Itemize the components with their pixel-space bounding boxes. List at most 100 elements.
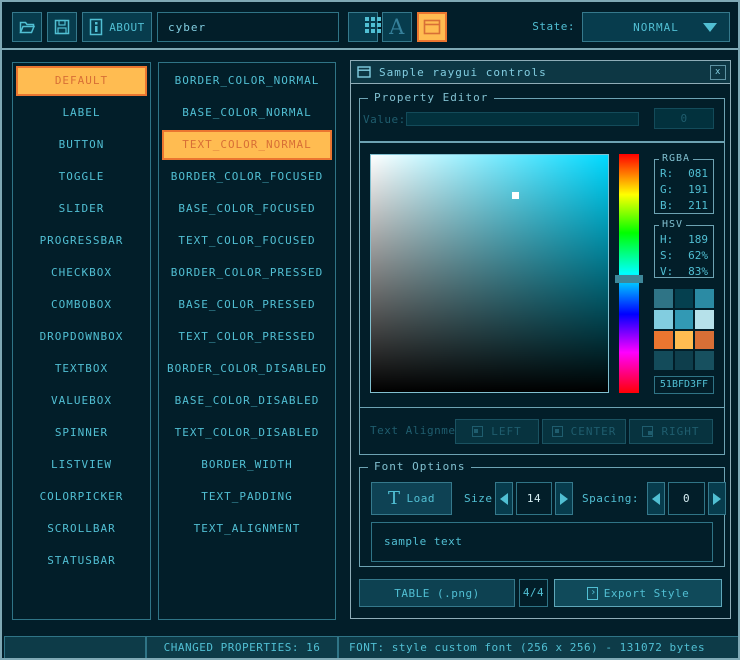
size-decrease-button[interactable] [495,482,513,515]
color-swatch[interactable] [675,351,694,370]
spacing-decrease-button[interactable] [647,482,665,515]
list-item[interactable]: TEXT_COLOR_NORMAL [162,130,332,160]
value-slider[interactable] [406,112,639,126]
list-item[interactable]: TEXT_COLOR_PRESSED [162,322,332,352]
property-editor-label: Property Editor [368,91,494,104]
align-center-button[interactable]: CENTER [542,419,626,444]
color-swatch[interactable] [695,351,714,370]
color-swatch[interactable] [654,310,673,329]
list-item[interactable]: LABEL [16,98,147,128]
style-table-view-button[interactable] [348,12,378,42]
floppy-disk-icon [52,17,72,37]
list-item[interactable]: DEFAULT [16,66,147,96]
color-swatch[interactable] [675,289,694,308]
table-png-button[interactable]: TABLE (.png) [359,579,515,607]
hsv-s-row: S:62% [660,249,708,262]
color-swatch[interactable] [695,310,714,329]
save-style-button[interactable] [47,12,77,42]
list-item[interactable]: COMBOBOX [16,290,147,320]
hex-color-input[interactable]: 51BFD3FF [654,376,714,394]
color-swatch[interactable] [654,289,673,308]
list-item[interactable]: BORDER_WIDTH [162,450,332,480]
size-increase-button[interactable] [555,482,573,515]
sample-text-input[interactable]: sample text [371,522,713,562]
list-item[interactable]: BASE_COLOR_PRESSED [162,290,332,320]
hsv-label: HSV [659,219,686,230]
spacing-value-box[interactable]: 0 [668,482,705,515]
list-item[interactable]: BUTTON [16,130,147,160]
list-item[interactable]: BORDER_COLOR_NORMAL [162,66,332,96]
font-options-group: Font Options T Load Size: 14 Spacing: 0 … [359,467,725,567]
list-item[interactable]: LISTVIEW [16,450,147,480]
rguistyler-window: ABOUT A State: NORMAL DEFAULTLABELBUTTON… [0,0,740,660]
style-name-input[interactable] [157,12,339,42]
arrow-left-icon [652,493,660,505]
value-spinner[interactable]: 0 [654,108,714,129]
toolbar-divider [2,48,738,50]
sample-text-value: sample text [384,535,462,548]
color-swatch[interactable] [695,289,714,308]
style-color-swatches [654,289,714,370]
sample-window-title: Sample raygui controls [379,66,547,79]
list-item[interactable]: SCROLLBAR [16,514,147,544]
alignment-divider [360,407,724,408]
table-png-label: TABLE (.png) [394,587,479,600]
color-sv-panel[interactable] [370,154,609,393]
open-style-button[interactable] [12,12,42,42]
about-button[interactable]: ABOUT [82,12,152,42]
state-dropdown[interactable]: NORMAL [582,12,730,42]
color-swatch[interactable] [675,310,694,329]
export-style-button[interactable]: Export Style [554,579,722,607]
align-right-button[interactable]: RIGHT [629,419,713,444]
list-item[interactable]: COLORPICKER [16,482,147,512]
hsv-h-row: H:189 [660,233,708,246]
sample-window-titlebar[interactable]: Sample raygui controls [351,61,730,84]
list-item[interactable]: BORDER_COLOR_DISABLED [162,354,332,384]
folder-open-icon [17,17,37,37]
spacing-value: 0 [683,492,690,505]
list-item[interactable]: SLIDER [16,194,147,224]
font-load-button[interactable]: T Load [371,482,452,515]
list-item[interactable]: BASE_COLOR_DISABLED [162,386,332,416]
list-item[interactable]: BASE_COLOR_FOCUSED [162,194,332,224]
size-value: 14 [527,492,541,505]
size-value-box[interactable]: 14 [516,482,552,515]
list-item[interactable]: BORDER_COLOR_PRESSED [162,258,332,288]
list-item[interactable]: TEXT_ALIGNMENT [162,514,332,544]
list-item[interactable]: SPINNER [16,418,147,448]
font-settings-button[interactable]: A [382,12,412,42]
list-item[interactable]: CHECKBOX [16,258,147,288]
color-swatch[interactable] [675,331,694,350]
hsv-group: HSV H:189 S:62% V:83% [654,225,714,278]
status-changed-properties: CHANGED PROPERTIES: 16 [146,636,338,659]
list-item[interactable]: BORDER_COLOR_FOCUSED [162,162,332,192]
list-item[interactable]: TEXT_COLOR_DISABLED [162,418,332,448]
spacing-increase-button[interactable] [708,482,726,515]
list-item[interactable]: TEXT_COLOR_FOCUSED [162,226,332,256]
color-swatch[interactable] [695,331,714,350]
list-item[interactable]: DROPDOWNBOX [16,322,147,352]
list-item[interactable]: BASE_COLOR_NORMAL [162,98,332,128]
hue-slider[interactable] [619,154,639,393]
value-spinner-value: 0 [680,112,687,125]
list-item[interactable]: VALUEBOX [16,386,147,416]
align-left-label: LEFT [491,425,522,438]
color-swatch[interactable] [654,351,673,370]
changed-properties-text: CHANGED PROPERTIES: 16 [164,641,321,654]
color-cursor[interactable] [512,192,519,199]
color-swatch[interactable] [654,331,673,350]
font-a-icon: A [389,17,405,38]
align-center-label: CENTER [571,425,617,438]
color-picker-box: RGBA R:081 G:191 B:211 HSV H:189 S:62% [359,142,725,455]
rgba-b-row: B:211 [660,199,708,212]
close-button[interactable]: x [710,65,726,80]
hue-slider-handle[interactable] [615,275,643,283]
list-item[interactable]: PROGRESSBAR [16,226,147,256]
list-item[interactable]: TEXT_PADDING [162,482,332,512]
close-icon: x [715,67,721,77]
list-item[interactable]: TEXTBOX [16,354,147,384]
list-item[interactable]: TOGGLE [16,162,147,192]
list-item[interactable]: STATUSBAR [16,546,147,576]
window-panel-button[interactable] [417,12,447,42]
align-left-button[interactable]: LEFT [455,419,539,444]
